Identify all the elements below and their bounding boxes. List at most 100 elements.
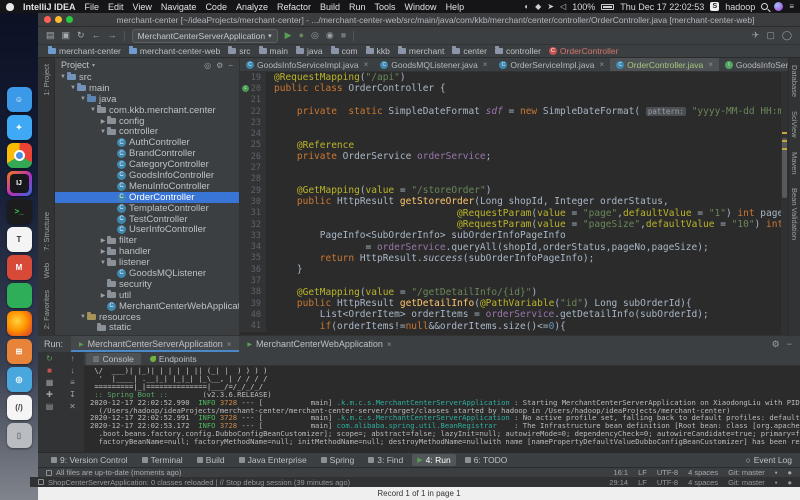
status-widget-utf-8[interactable]: UTF-8 bbox=[657, 478, 678, 487]
menubar-item-run[interactable]: Run bbox=[349, 2, 366, 12]
tree-item-main[interactable]: ▼main bbox=[55, 83, 239, 94]
coverage-icon[interactable]: ◎ bbox=[311, 31, 319, 40]
tree-item-handler[interactable]: ▶handler bbox=[55, 246, 239, 257]
run-tab-merchantcenterwebapplication[interactable]: ▶MerchantCenterWebApplication× bbox=[239, 336, 399, 352]
code-line[interactable]: 23 bbox=[240, 117, 788, 128]
shield-icon[interactable]: ◆ bbox=[535, 2, 541, 11]
tree-item-categorycontroller[interactable]: CCategoryController bbox=[55, 159, 239, 170]
code-line[interactable]: 21 bbox=[240, 95, 788, 106]
code-line[interactable]: 37 bbox=[240, 275, 788, 286]
chevron-down-icon[interactable]: ▼ bbox=[99, 260, 107, 266]
tree-item-src[interactable]: ▼src bbox=[55, 72, 239, 83]
run-tab-merchantcenterserverapplication[interactable]: ▶MerchantCenterServerApplication× bbox=[71, 336, 239, 352]
code-line[interactable]: 29 @GetMapping(value = "/storeOrder") bbox=[240, 185, 788, 196]
chevron-down-icon[interactable]: ▼ bbox=[59, 74, 67, 80]
menubar-item-window[interactable]: Window bbox=[405, 2, 437, 12]
down-stack-icon[interactable]: ↓ bbox=[71, 367, 75, 375]
menubar-item-refactor[interactable]: Refactor bbox=[277, 2, 311, 12]
code-line[interactable]: 28 bbox=[240, 174, 788, 185]
minimize-window-icon[interactable] bbox=[55, 16, 62, 23]
softwrap-icon[interactable]: ≡ bbox=[70, 379, 75, 387]
siri-icon[interactable] bbox=[774, 2, 783, 11]
sidebar-item-web[interactable]: Web bbox=[42, 263, 51, 278]
tree-item-config[interactable]: ▶config bbox=[55, 116, 239, 127]
console-output[interactable]: \/ ___)| |_)| | | | | || (_| | ) ) ) ) '… bbox=[84, 366, 800, 453]
toolwindow-button-3-find[interactable]: 3: Find bbox=[363, 454, 408, 466]
status-widget-4-spaces[interactable]: 4 spaces bbox=[688, 478, 718, 487]
gear-icon[interactable]: ⚙ bbox=[772, 339, 780, 350]
debug-icon[interactable]: ● bbox=[299, 31, 304, 40]
code-line[interactable]: 30 public HttpResult getStoreOrder(Long … bbox=[240, 196, 788, 207]
spotlight-search-icon[interactable] bbox=[761, 3, 768, 10]
run-configuration-select[interactable]: MerchantCenterServerApplication ▾ bbox=[132, 29, 278, 43]
chevron-right-icon[interactable]: ▶ bbox=[99, 248, 107, 255]
sidebar-item-maven[interactable]: Maven bbox=[790, 152, 799, 175]
sidebar-item-database[interactable]: Database bbox=[790, 65, 799, 97]
tree-item-util[interactable]: ▶util bbox=[55, 290, 239, 301]
deploy-icon[interactable]: ✈ bbox=[752, 31, 760, 40]
dock-safari[interactable]: ✦ bbox=[7, 115, 32, 140]
close-icon[interactable]: × bbox=[364, 60, 369, 69]
print-icon[interactable]: ▤ bbox=[46, 403, 54, 411]
tree-item-java[interactable]: ▼java bbox=[55, 94, 239, 105]
warning-stripe-mark[interactable] bbox=[782, 140, 787, 142]
notifications-icon[interactable]: ● bbox=[787, 478, 792, 487]
code-line[interactable]: 33 PageInfo<SubOrderInfo> subOrderInfoPa… bbox=[240, 230, 788, 241]
tree-item-filter[interactable]: ▶filter bbox=[55, 235, 239, 246]
close-icon[interactable]: × bbox=[227, 340, 232, 349]
toolwindow-button-terminal[interactable]: Terminal bbox=[137, 454, 188, 466]
dock-evernote[interactable] bbox=[7, 283, 32, 308]
view-tab-console[interactable]: ▥Console bbox=[86, 353, 141, 365]
chevron-down-icon[interactable]: ▼ bbox=[89, 107, 97, 113]
breadcrumb-item-src[interactable]: src bbox=[228, 46, 250, 56]
menubar-item-code[interactable]: Code bbox=[205, 2, 227, 12]
back-icon[interactable]: ← bbox=[92, 31, 101, 40]
zoom-window-icon[interactable] bbox=[66, 16, 73, 23]
dock-intellij[interactable]: IJ bbox=[7, 171, 32, 196]
dock-trash[interactable]: ▯ bbox=[7, 423, 32, 448]
search-everywhere-icon[interactable]: ◯ bbox=[782, 31, 792, 40]
code-editor[interactable]: 19@RequestMapping("/api")20cpublic class… bbox=[240, 72, 788, 335]
hide-icon[interactable]: − bbox=[228, 61, 233, 70]
dock-typora[interactable]: T bbox=[7, 227, 32, 252]
forward-icon[interactable]: → bbox=[108, 31, 117, 40]
close-icon[interactable]: × bbox=[708, 60, 713, 69]
dock-chrome[interactable] bbox=[7, 143, 32, 168]
chevron-down-icon[interactable]: ▼ bbox=[79, 314, 87, 320]
input-method-icon[interactable]: ◐ bbox=[524, 2, 529, 11]
code-line[interactable]: 31 @RequestParam(value = "page",defaultV… bbox=[240, 208, 788, 219]
tab-orderserviceimpl-java[interactable]: COrderServiceImpl.java× bbox=[493, 58, 610, 71]
sync-icon[interactable]: ↻ bbox=[77, 31, 85, 40]
breadcrumb-item-merchant-center-web[interactable]: merchant-center-web bbox=[129, 46, 220, 56]
sidebar-item--favorites[interactable]: 2: Favorites bbox=[42, 290, 51, 329]
toolwindow-button-9-version-control[interactable]: 9: Version Control bbox=[46, 454, 133, 466]
code-line[interactable]: 20cpublic class OrderController { bbox=[240, 83, 788, 94]
tree-item-ordercontroller[interactable]: COrderController bbox=[55, 192, 239, 203]
chevron-right-icon[interactable]: ▶ bbox=[99, 292, 107, 299]
breadcrumb-item-center[interactable]: center bbox=[452, 46, 487, 56]
menubar-item-navigate[interactable]: Navigate bbox=[161, 2, 197, 12]
restart-icon[interactable]: ▦ bbox=[46, 379, 54, 387]
project-panel-title[interactable]: Project bbox=[61, 60, 89, 70]
tree-item-resources[interactable]: ▼resources bbox=[55, 312, 239, 323]
proxy-app-icon[interactable]: S bbox=[710, 2, 719, 11]
code-line[interactable]: 27 bbox=[240, 162, 788, 173]
dock-finder[interactable]: ☺ bbox=[7, 87, 32, 112]
breadcrumb-item-merchant[interactable]: merchant bbox=[398, 46, 444, 56]
notifications-icon[interactable]: ● bbox=[787, 468, 792, 477]
dock-swirl[interactable]: ◎ bbox=[7, 367, 32, 392]
tree-item-com-kkb-merchant-center[interactable]: ▼com.kkb.merchant.center bbox=[55, 105, 239, 116]
code-line[interactable]: 32 @RequestParam(value = "pageSize",defa… bbox=[240, 219, 788, 230]
breadcrumb-item-java[interactable]: java bbox=[296, 46, 323, 56]
status-widget-utf-8[interactable]: UTF-8 bbox=[657, 468, 678, 477]
dock-terminal[interactable]: >_ bbox=[7, 199, 32, 224]
code-line[interactable]: 24 bbox=[240, 128, 788, 139]
rerun-icon[interactable]: ↻ bbox=[46, 355, 53, 363]
hide-panel-icon[interactable]: − bbox=[787, 339, 792, 349]
chevron-down-icon[interactable]: ▼ bbox=[69, 85, 77, 91]
location-icon[interactable]: ➤ bbox=[547, 2, 554, 11]
settings-icon[interactable]: ⚙ bbox=[216, 61, 223, 70]
status-widget-git-master[interactable]: Git: master bbox=[728, 478, 765, 487]
save-all-icon[interactable]: ▣ bbox=[62, 31, 71, 40]
tree-item-merchantcenterwebapplication[interactable]: CMerchantCenterWebApplication bbox=[55, 301, 239, 312]
